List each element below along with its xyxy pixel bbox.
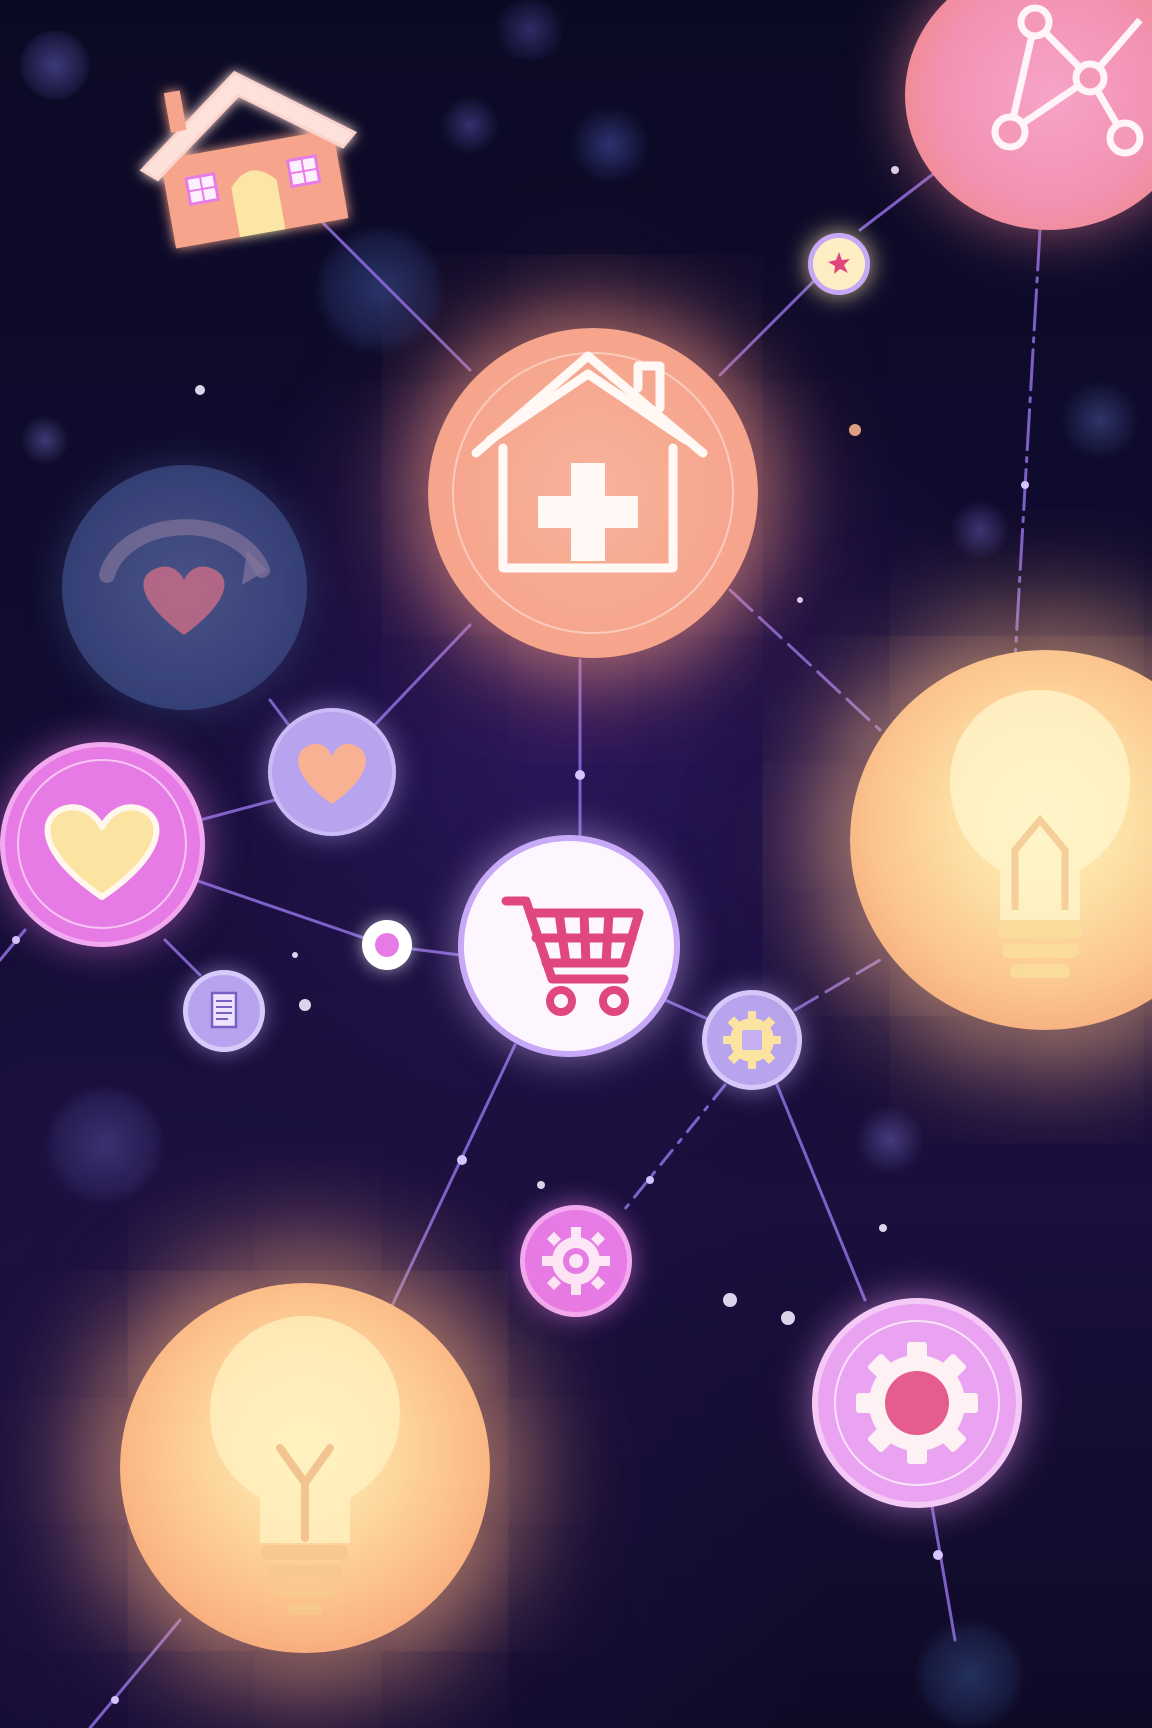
heart-node-small[interactable] — [268, 708, 396, 836]
sparkle-dot — [849, 424, 861, 436]
small-star-node[interactable] — [808, 233, 870, 295]
connector-dot — [575, 770, 585, 780]
connector-dot — [457, 1155, 467, 1165]
sparkle-dot — [879, 1224, 887, 1232]
sparkle-dot — [781, 1311, 795, 1325]
lightbulb-node-right[interactable] — [850, 650, 1152, 1030]
network-node[interactable] — [905, 0, 1152, 230]
sparkle-dot — [723, 1293, 737, 1307]
sparkle-dot — [537, 1181, 545, 1189]
connector-line — [928, 1493, 957, 1642]
dot-icon — [375, 933, 399, 957]
sparkle-dot — [299, 999, 311, 1011]
network-graph-icon — [991, 4, 1144, 157]
network-illustration — [0, 0, 1152, 1728]
home-plus-icon — [452, 351, 734, 634]
sparkle-dot — [292, 952, 298, 958]
gear-icon — [834, 1320, 1000, 1486]
lightbulb-node-bottom[interactable] — [120, 1283, 490, 1653]
document-node[interactable] — [183, 970, 265, 1052]
heart-refresh-icon — [99, 519, 270, 635]
connector-line — [618, 1083, 727, 1217]
pink-ring-dot — [362, 920, 412, 970]
connector-dot — [646, 1176, 654, 1184]
connector-line — [198, 798, 277, 822]
gear-node-small[interactable] — [520, 1205, 632, 1317]
sparkle-dot — [891, 166, 899, 174]
home-care-hub[interactable] — [428, 328, 758, 658]
gear-icon — [542, 1227, 610, 1295]
house-tile[interactable] — [120, 40, 370, 260]
lightbulb-icon — [950, 690, 1130, 978]
connector-line — [388, 1043, 517, 1312]
connector-dot — [1021, 481, 1029, 489]
faded-heart-node[interactable] — [62, 465, 307, 710]
heart-icon — [17, 759, 187, 929]
heart-icon — [298, 743, 366, 804]
sparkle-dot — [797, 597, 803, 603]
connector-dot — [111, 1696, 119, 1704]
connector-line — [773, 1078, 867, 1302]
lightbulb-icon — [210, 1316, 400, 1615]
sparkle-dot — [195, 385, 205, 395]
connector-line — [163, 938, 202, 977]
gear-node-large[interactable] — [812, 1298, 1022, 1508]
connector-line — [403, 946, 462, 957]
shopping-cart-icon — [501, 896, 644, 1016]
chip-icon — [723, 1011, 781, 1069]
shopping-cart-node[interactable] — [458, 835, 680, 1057]
connector-line — [193, 878, 372, 942]
heart-node-large[interactable] — [0, 742, 205, 947]
star-icon — [828, 252, 850, 274]
connector-dot — [933, 1550, 943, 1560]
document-icon — [210, 991, 238, 1029]
connector-line — [1013, 228, 1042, 662]
chip-gear-node[interactable] — [702, 990, 802, 1090]
house-icon — [139, 70, 358, 249]
